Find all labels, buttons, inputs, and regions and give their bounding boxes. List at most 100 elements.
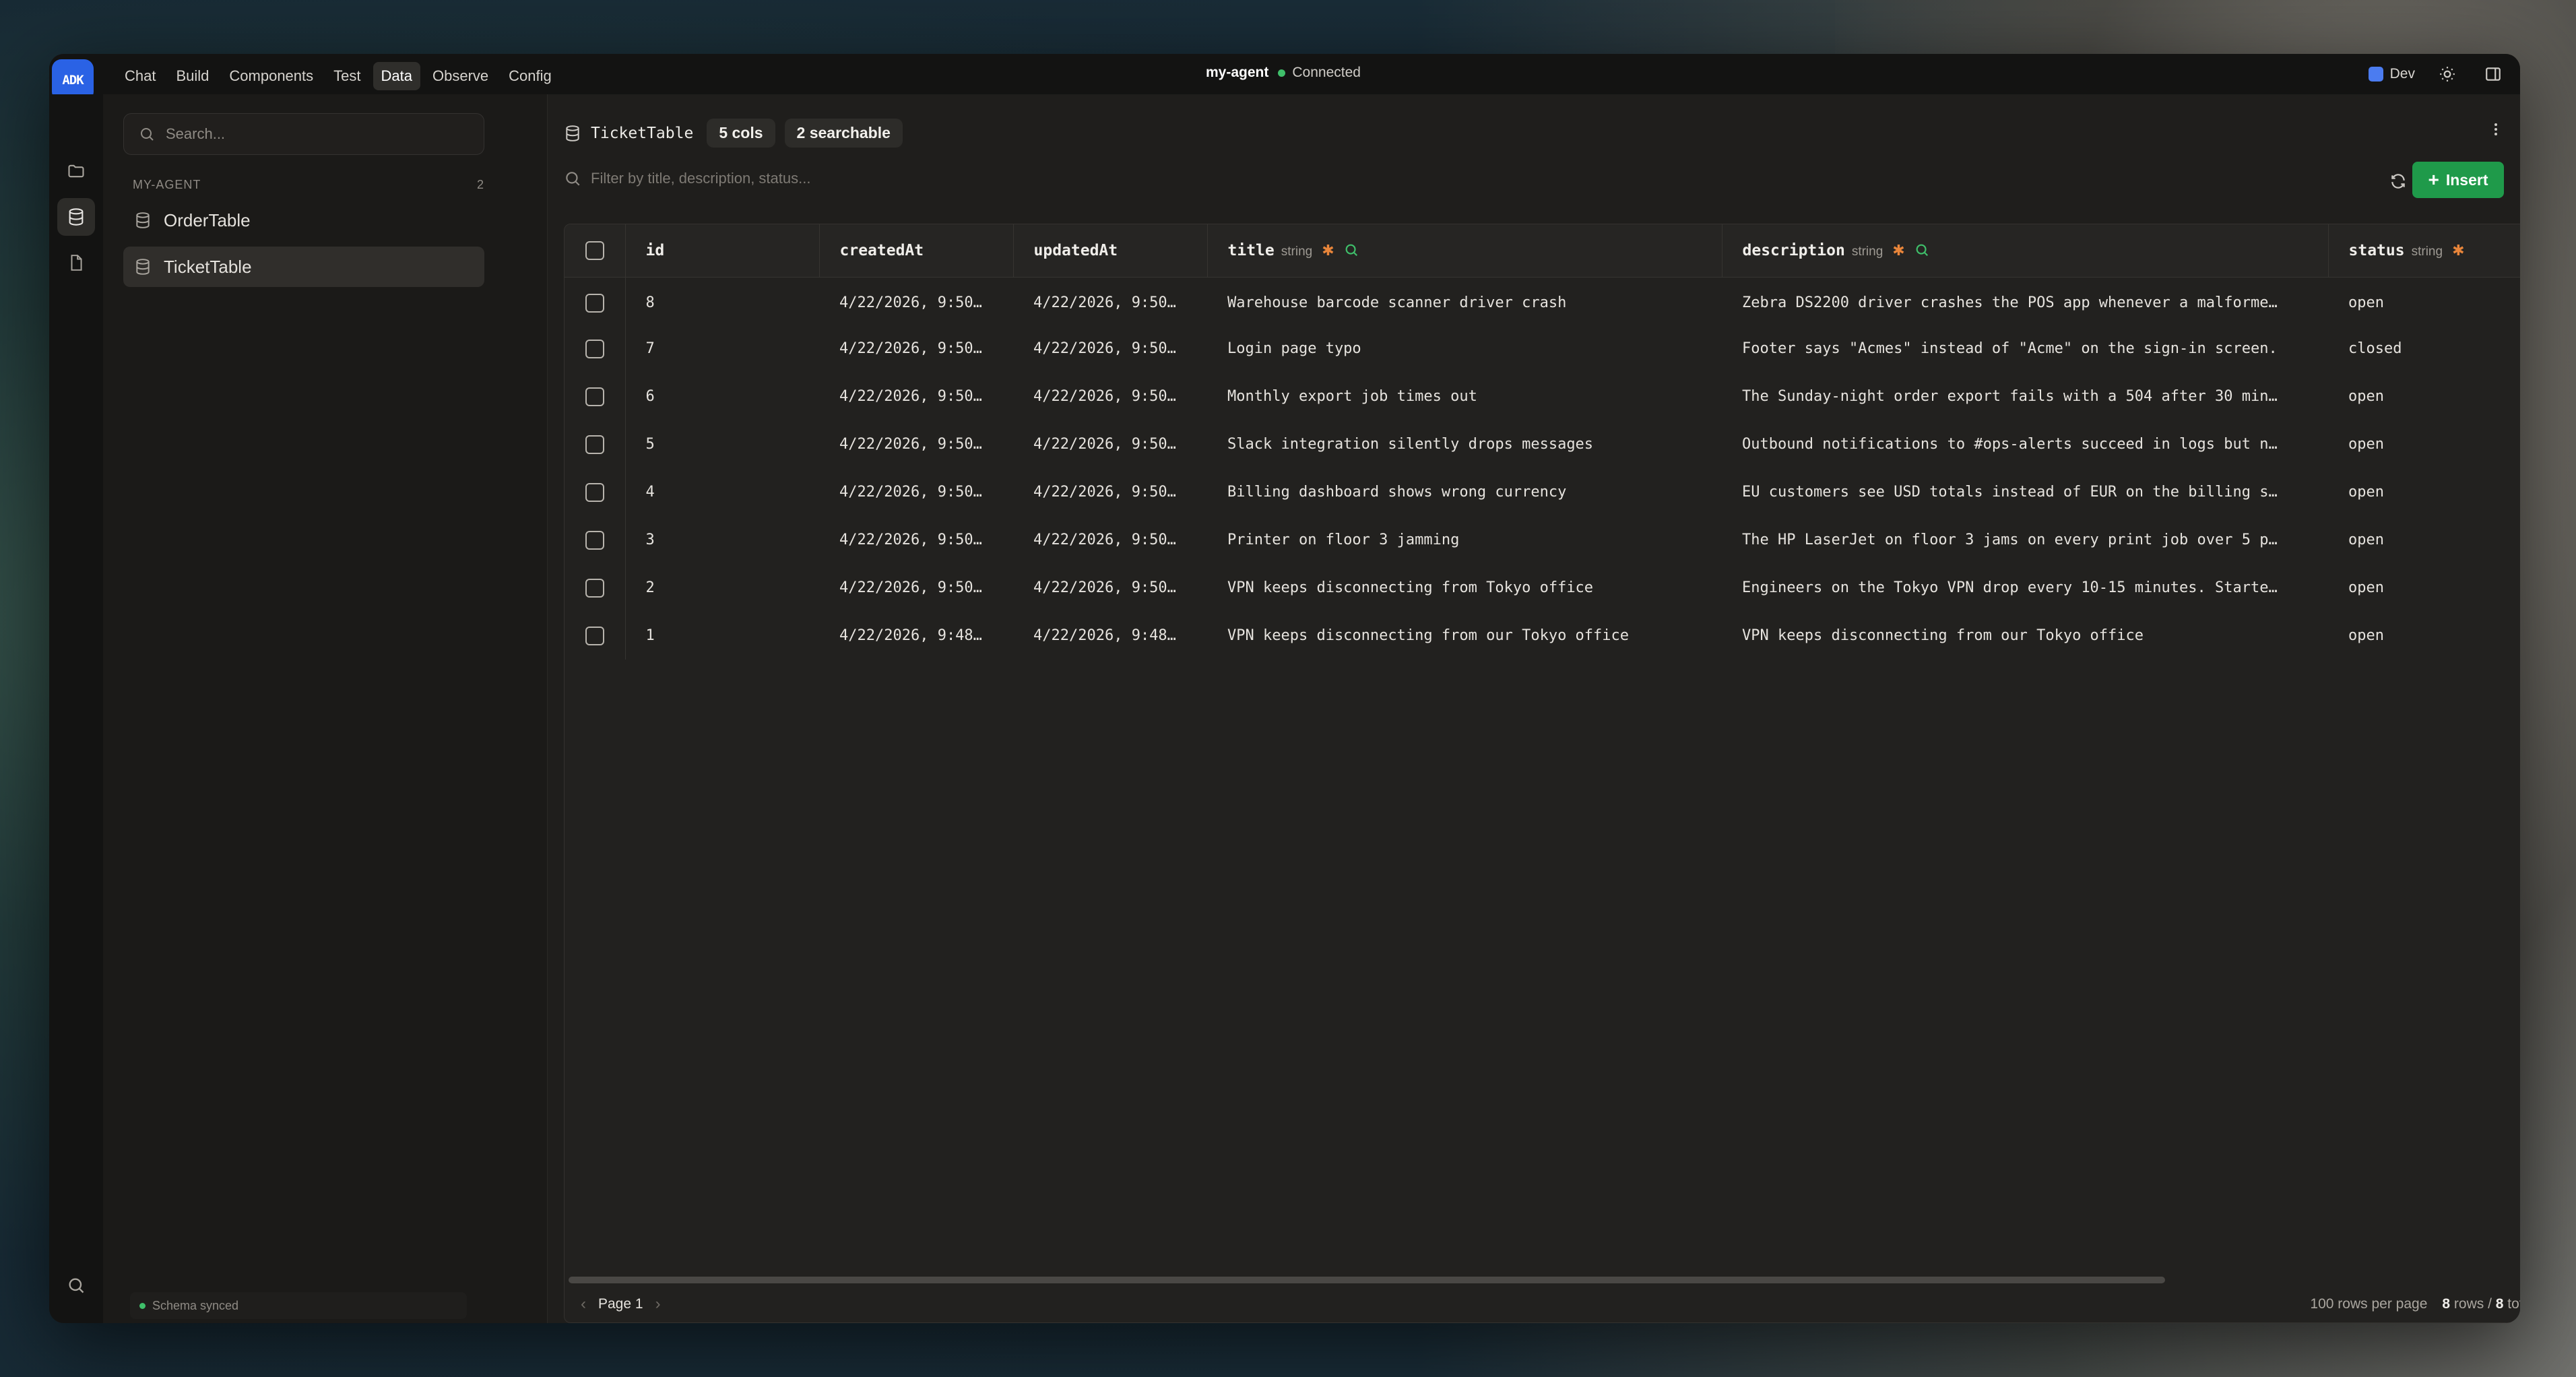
table-footer: ‹ Page 1 › 100 rows per page 8 rows / 8 …: [565, 1286, 2520, 1322]
rows-shown: 8: [2442, 1296, 2451, 1312]
row-checkbox[interactable]: [585, 482, 604, 502]
row-checkbox[interactable]: [585, 435, 604, 454]
menu-components[interactable]: Components: [221, 62, 321, 90]
insert-button[interactable]: + Insert: [2412, 162, 2504, 198]
prev-page-chevron-icon[interactable]: ‹: [581, 1295, 586, 1314]
page-title: TicketTable: [591, 124, 694, 142]
search-icon[interactable]: [57, 1267, 95, 1304]
sidebar-item-tickettable[interactable]: TicketTable: [123, 247, 484, 287]
search-icon: [566, 172, 580, 186]
filter-bar: [564, 170, 1062, 187]
row-select-cell: [565, 325, 626, 373]
schema-status: Schema synced: [130, 1292, 467, 1319]
cell-updatedat: 4/22/2026, 9:50…: [1033, 340, 1176, 357]
cell-title: Login page typo: [1227, 340, 1361, 357]
cell-createdat: 4/22/2026, 9:50…: [839, 388, 982, 405]
row-checkbox[interactable]: [585, 626, 604, 645]
row-checkbox[interactable]: [585, 530, 604, 550]
database-icon: [136, 212, 150, 228]
theme-toggle-sun-icon[interactable]: [2434, 61, 2461, 88]
cell-createdat: 4/22/2026, 9:50…: [839, 436, 982, 453]
sidebar-search-input[interactable]: [166, 125, 462, 143]
row-checkbox[interactable]: [585, 293, 604, 313]
search-icon: [141, 128, 154, 141]
connected-dot-icon: [1278, 69, 1286, 77]
cell-updatedat: 4/22/2026, 9:50…: [1033, 294, 1176, 312]
refresh-icon[interactable]: [2389, 172, 2407, 193]
cell-status: open: [2348, 579, 2384, 596]
sidebar-search[interactable]: [123, 113, 484, 155]
column-header-updatedat[interactable]: updatedAt: [1013, 224, 1208, 278]
required-asterisk-icon: ✱: [1892, 241, 1905, 259]
table-row[interactable]: 8 4/22/2026, 9:50… 4/22/2026, 9:50… Ware…: [565, 277, 2520, 325]
cell-id: 2: [645, 579, 655, 596]
table-row[interactable]: 7 4/22/2026, 9:50… 4/22/2026, 9:50… Logi…: [565, 325, 2520, 373]
table-row[interactable]: 6 4/22/2026, 9:50… 4/22/2026, 9:50… Mont…: [565, 373, 2520, 420]
page-label: Page 1: [598, 1296, 643, 1312]
table-row[interactable]: 2 4/22/2026, 9:50… 4/22/2026, 9:50… VPN …: [565, 564, 2520, 612]
icon-rail: [49, 94, 103, 1323]
sidebar-toggle-icon[interactable]: [2480, 61, 2507, 88]
cell-title: VPN keeps disconnecting from our Tokyo o…: [1227, 627, 1630, 644]
cell-id: 6: [645, 388, 655, 405]
filter-input[interactable]: [591, 170, 1062, 187]
table-row[interactable]: 5 4/22/2026, 9:50… 4/22/2026, 9:50… Slac…: [565, 420, 2520, 468]
table-view: TicketTable 5 cols 2 searchable + Insert: [548, 94, 2520, 1323]
folder-icon[interactable]: [57, 152, 95, 190]
insert-label: Insert: [2445, 170, 2488, 189]
environment-switcher[interactable]: Dev: [2368, 66, 2415, 82]
cell-id: 8: [645, 294, 655, 312]
cell-title: Monthly export job times out: [1227, 388, 1477, 405]
cell-createdat: 4/22/2026, 9:50…: [839, 579, 982, 596]
row-checkbox[interactable]: [585, 339, 604, 358]
horizontal-scrollbar[interactable]: [569, 1277, 2165, 1283]
total-label: total: [2507, 1296, 2520, 1312]
cell-status: open: [2348, 436, 2384, 453]
cell-status: open: [2348, 627, 2384, 644]
table-row[interactable]: 3 4/22/2026, 9:50… 4/22/2026, 9:50… Prin…: [565, 516, 2520, 564]
more-options-icon[interactable]: [2488, 121, 2504, 141]
menu-config[interactable]: Config: [501, 62, 560, 90]
cell-updatedat: 4/22/2026, 9:50…: [1033, 436, 1176, 453]
column-header-status[interactable]: status string ✱: [2328, 224, 2520, 278]
sidebar-item-ordertable[interactable]: OrderTable: [123, 200, 484, 241]
menu-chat[interactable]: Chat: [117, 62, 164, 90]
environment-label: Dev: [2389, 66, 2415, 82]
cell-title: Printer on floor 3 jamming: [1227, 532, 1460, 548]
connection-status: Connected: [1278, 65, 1361, 81]
sidebar-item-label: TicketTable: [164, 256, 252, 277]
column-header-description[interactable]: description string ✱: [1722, 224, 2329, 278]
cell-id: 3: [645, 532, 655, 548]
row-select-cell: [565, 564, 626, 612]
row-checkbox[interactable]: [585, 387, 604, 406]
plus-icon: +: [2428, 169, 2439, 190]
table-header: TicketTable 5 cols 2 searchable: [564, 119, 903, 148]
row-checkbox[interactable]: [585, 578, 604, 598]
file-icon[interactable]: [57, 244, 95, 282]
column-header-title[interactable]: title string ✱: [1207, 224, 1722, 278]
select-all-cell: [565, 224, 626, 278]
menu-observe[interactable]: Observe: [424, 62, 496, 90]
pagination: ‹ Page 1 ›: [581, 1295, 661, 1314]
menu-build[interactable]: Build: [168, 62, 217, 90]
cell-id: 7: [645, 340, 655, 357]
cell-status: open: [2348, 294, 2384, 312]
table-row[interactable]: 1 4/22/2026, 9:48… 4/22/2026, 9:48… VPN …: [565, 612, 2520, 660]
next-page-chevron-icon[interactable]: ›: [655, 1295, 661, 1314]
table-header-row: id createdAt updatedAt title string ✱ desc…: [565, 224, 2520, 278]
table-row[interactable]: 4 4/22/2026, 9:50… 4/22/2026, 9:50… Bill…: [565, 468, 2520, 516]
select-all-checkbox[interactable]: [585, 241, 604, 260]
menu-data[interactable]: Data: [373, 62, 420, 90]
cell-title: Billing dashboard shows wrong currency: [1227, 484, 1567, 501]
row-select-cell: [565, 420, 626, 468]
rows-per-page[interactable]: 100 rows per page: [2310, 1296, 2427, 1312]
environment-icon: [2368, 67, 2383, 82]
column-header-createdat[interactable]: createdAt: [819, 224, 1014, 278]
cell-updatedat: 4/22/2026, 9:50…: [1033, 484, 1176, 501]
cell-createdat: 4/22/2026, 9:48…: [839, 627, 982, 644]
column-header-id[interactable]: id: [625, 224, 820, 278]
database-icon[interactable]: [57, 198, 95, 236]
cell-description: VPN keeps disconnecting from our Tokyo o…: [1742, 627, 2144, 644]
cell-status: closed: [2348, 340, 2402, 357]
menu-test[interactable]: Test: [325, 62, 368, 90]
